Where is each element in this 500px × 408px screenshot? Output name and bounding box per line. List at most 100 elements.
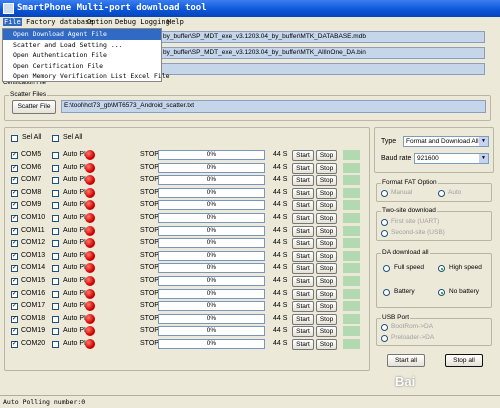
no-battery-radio[interactable] [438,289,445,296]
port-start-button[interactable]: Start [292,276,314,287]
scatter-group-label: Scatter Files [9,91,48,98]
port-checkbox[interactable]: ✓ [11,240,18,247]
auto-pl-checkbox[interactable] [52,291,59,298]
port-start-button[interactable]: Start [292,175,314,186]
port-com-label: COM13 [21,252,46,259]
port-stop-button[interactable]: Stop [316,175,337,186]
menu-factory-database[interactable]: Factory database [26,18,93,26]
format-auto-radio[interactable] [438,190,445,197]
port-progress-bar: 0% [158,276,265,286]
sel-all-com-label: Sel All [22,134,42,141]
auto-pl-checkbox[interactable] [52,165,59,172]
port-stop-button[interactable]: Stop [316,276,337,287]
menu-item-open-memory-verification[interactable]: Open Memory Verification List Excel File [3,71,170,82]
port-checkbox[interactable]: ✓ [11,265,18,272]
scatter-file-button[interactable]: Scatter File [12,100,56,114]
port-start-button[interactable]: Start [292,263,314,274]
auto-pl-checkbox[interactable] [52,278,59,285]
battery-radio[interactable] [383,289,390,296]
chevron-down-icon: ▼ [479,137,488,146]
port-stop-button[interactable]: Stop [316,188,337,199]
preloader-radio[interactable] [381,335,388,342]
port-stop-button[interactable]: Stop [316,289,337,300]
menu-debug-logging[interactable]: Debug Logging [115,18,170,26]
auto-pl-checkbox[interactable] [52,265,59,272]
port-start-button[interactable]: Start [292,238,314,249]
port-start-button[interactable]: Start [292,314,314,325]
port-stop-button[interactable]: Stop [316,163,337,174]
status-led-icon [85,326,95,336]
port-start-button[interactable]: Start [292,339,314,350]
high-speed-radio[interactable] [438,265,445,272]
port-stop-button[interactable]: Stop [316,301,337,312]
port-start-button[interactable]: Start [292,289,314,300]
sel-all-com-checkbox[interactable] [11,135,18,142]
port-stop-button[interactable]: Stop [316,238,337,249]
auto-pl-checkbox[interactable] [52,177,59,184]
menu-item-open-authentication[interactable]: Open Authentication File [3,50,161,61]
port-start-button[interactable]: Start [292,326,314,337]
port-checkbox[interactable]: ✓ [11,328,18,335]
auto-pl-checkbox[interactable] [52,240,59,247]
port-checkbox[interactable]: ✓ [11,316,18,323]
bootrom-radio[interactable] [381,324,388,331]
menu-item-open-certification[interactable]: Open Certification File [3,61,161,72]
menu-file[interactable]: File [3,18,22,26]
port-checkbox[interactable]: ✓ [11,303,18,310]
port-checkbox[interactable]: ✓ [11,202,18,209]
port-start-button[interactable]: Start [292,213,314,224]
auto-pl-checkbox[interactable] [52,303,59,310]
start-all-button[interactable]: Start all [387,354,425,367]
port-checkbox[interactable]: ✓ [11,152,18,159]
stop-all-button[interactable]: Stop all [445,354,483,367]
auto-pl-checkbox[interactable] [52,202,59,209]
auto-pl-checkbox[interactable] [52,190,59,197]
port-start-button[interactable]: Start [292,150,314,161]
format-manual-radio[interactable] [381,190,388,197]
auto-pl-checkbox[interactable] [52,228,59,235]
port-checkbox[interactable]: ✓ [11,177,18,184]
menu-item-open-download-agent[interactable]: Open Download Agent File [3,29,161,40]
port-checkbox[interactable]: ✓ [11,228,18,235]
auto-pl-checkbox[interactable] [52,316,59,323]
port-checkbox[interactable]: ✓ [11,341,18,348]
port-stop-button[interactable]: Stop [316,314,337,325]
port-stop-button[interactable]: Stop [316,263,337,274]
port-stop-button[interactable]: Stop [316,251,337,262]
second-site-radio[interactable] [381,230,388,237]
first-site-radio[interactable] [381,219,388,226]
port-start-button[interactable]: Start [292,163,314,174]
port-start-button[interactable]: Start [292,200,314,211]
port-stop-button[interactable]: Stop [316,200,337,211]
menu-item-scatter-load-setting[interactable]: Scatter and Load Setting ... [3,40,161,51]
port-start-button[interactable]: Start [292,251,314,262]
auto-pl-checkbox[interactable] [52,341,59,348]
port-checkbox[interactable]: ✓ [11,165,18,172]
port-stop-button[interactable]: Stop [316,326,337,337]
auto-pl-checkbox[interactable] [52,328,59,335]
port-start-button[interactable]: Start [292,188,314,199]
port-stop-button[interactable]: Stop [316,339,337,350]
port-stop-button[interactable]: Stop [316,150,337,161]
full-speed-radio[interactable] [383,265,390,272]
port-start-button[interactable]: Start [292,226,314,237]
auto-pl-checkbox[interactable] [52,215,59,222]
auto-pl-checkbox[interactable] [52,253,59,260]
auto-pl-checkbox[interactable] [52,152,59,159]
port-start-button[interactable]: Start [292,301,314,312]
status-led-icon [85,314,95,324]
baud-rate-select[interactable]: 921600 ▼ [414,153,489,164]
port-result-indicator [343,314,360,324]
port-checkbox[interactable]: ✓ [11,278,18,285]
port-com-label: COM7 [21,176,42,183]
port-checkbox[interactable]: ✓ [11,291,18,298]
type-select[interactable]: Format and Download All ▼ [403,136,489,147]
port-checkbox[interactable]: ✓ [11,215,18,222]
menu-option[interactable]: Option [87,18,112,26]
port-stop-button[interactable]: Stop [316,226,337,237]
port-checkbox[interactable]: ✓ [11,190,18,197]
port-checkbox[interactable]: ✓ [11,253,18,260]
sel-all-autopl-checkbox[interactable] [52,135,59,142]
port-stop-button[interactable]: Stop [316,213,337,224]
menu-help[interactable]: Help [167,18,184,26]
